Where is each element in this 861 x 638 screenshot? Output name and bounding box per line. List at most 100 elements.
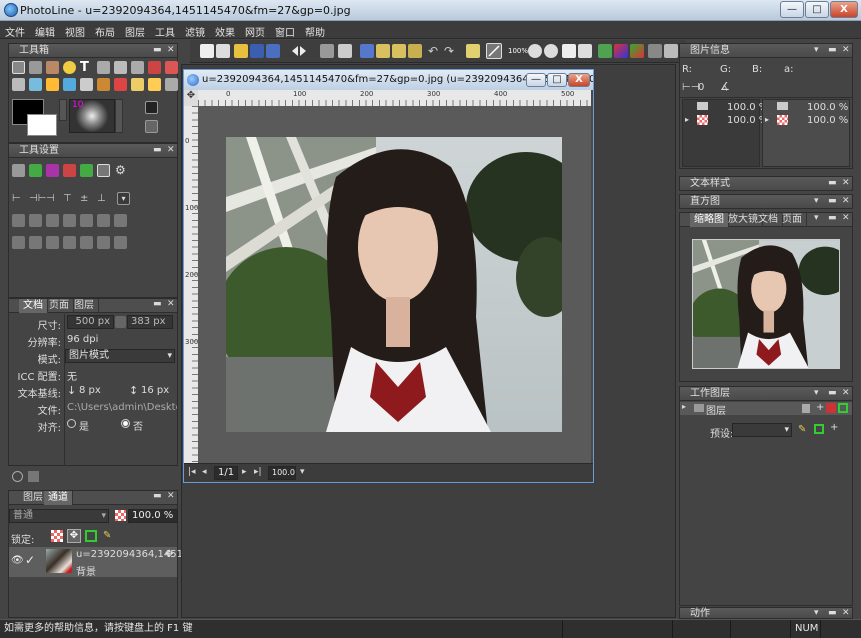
tab-document[interactable]: 文档 [19,299,48,313]
visibility-eye-icon[interactable]: 👁 [11,555,24,566]
magic-wand-icon[interactable] [29,78,42,91]
panel-close-icon[interactable]: ✕ [167,491,175,501]
preset-region-icon[interactable] [814,424,824,434]
space-5-icon[interactable] [80,236,93,249]
select-arrow-icon[interactable] [12,61,25,74]
gradient-icon[interactable] [63,78,76,91]
print-icon[interactable] [338,44,352,58]
panel-dropdown-icon[interactable]: ▾ [814,387,819,400]
page-icon[interactable] [562,44,576,58]
align-bottom-icon[interactable]: ⊥ [97,193,110,206]
panel-dropdown-icon[interactable]: ▾ [814,44,819,57]
open-folder-icon[interactable] [234,44,248,58]
new-text-icon[interactable] [216,44,230,58]
pencil-icon[interactable] [165,61,178,74]
line-tool-icon[interactable] [486,43,502,59]
stamp-icon[interactable] [46,61,59,74]
space-1-icon[interactable] [12,236,25,249]
align-yes-radio[interactable] [67,419,76,428]
tab-nav-page[interactable]: 页面 [778,213,807,227]
doc-icon[interactable] [802,404,810,413]
doc-maximize-button[interactable]: □ [547,73,567,87]
redo-icon[interactable]: ↷ [444,44,458,58]
work-layer-row[interactable]: ▸ 图层 + [680,402,852,417]
prev-page-icon[interactable]: ◂ [202,467,207,477]
scan-icon[interactable] [320,44,334,58]
align-no-radio[interactable] [121,419,130,428]
panel-minimize-icon[interactable]: ▬ [828,177,837,190]
align-right-icon[interactable]: ⊣ [46,193,59,206]
panel-close-icon[interactable]: ✕ [167,299,175,309]
menu-layout[interactable]: 布局 [90,21,120,39]
panel-dropdown-icon[interactable]: ▾ [814,195,819,208]
navigator-thumbnail[interactable] [692,239,840,369]
layer-move-icon[interactable]: ✥ [165,549,173,560]
panel-close-icon[interactable]: ✕ [842,387,850,400]
distribute-4-icon[interactable] [63,214,76,227]
page-fit-icon[interactable] [578,44,592,58]
zoom-dropdown-icon[interactable]: ▾ [300,467,305,477]
align-dropdown[interactable]: ▾ [117,192,130,205]
preset-brush-icon[interactable]: ✎ [798,424,806,435]
delete-icon[interactable] [826,403,836,413]
panel-minimize-icon[interactable]: ▬ [828,44,837,57]
lock-move-icon[interactable]: ✥ [67,529,81,543]
arrow-right-icon[interactable] [298,44,312,58]
space-7-icon[interactable] [114,236,127,249]
eraser-icon[interactable] [114,78,127,91]
distribute-3-icon[interactable] [46,214,59,227]
actions-header[interactable]: 动作 ▾ ▬ ✕ [680,608,852,619]
color-icon[interactable] [614,44,628,58]
ruler-origin-icon[interactable]: ✥ [184,90,198,106]
crop-icon[interactable] [114,61,127,74]
option-plus-icon[interactable] [46,164,59,177]
mode-select[interactable]: 图片模式 [65,349,175,363]
ellipse-icon[interactable] [63,61,76,74]
distribute-1-icon[interactable] [12,214,25,227]
background-color-swatch[interactable] [27,114,57,136]
space-2-icon[interactable] [29,236,42,249]
panel-minimize-icon[interactable]: ▬ [153,299,162,309]
menu-tools[interactable]: 工具 [150,21,180,39]
preset-add-icon[interactable]: + [830,422,838,433]
panel-minimize-icon[interactable]: ▬ [153,144,162,157]
distribute-2-icon[interactable] [29,214,42,227]
text-style-header[interactable]: 文本样式 ▬ ✕ [680,177,852,191]
panel-close-icon[interactable]: ✕ [167,144,175,157]
document-photo[interactable] [226,137,562,432]
menu-effects[interactable]: 效果 [210,21,240,39]
histogram-header[interactable]: 直方图 ▾ ▬ ✕ [680,195,852,209]
magic-icon[interactable] [466,44,480,58]
panel-close-icon[interactable]: ✕ [167,44,175,57]
lock-transparency-icon[interactable] [51,530,63,542]
panel-close-icon[interactable]: ✕ [842,213,850,223]
align-hcenter-icon[interactable]: ⊣⊢ [29,193,46,206]
menu-file[interactable]: 文件 [0,21,30,39]
baseline-b-field[interactable]: 16 px [141,385,169,396]
lasso-icon[interactable] [29,61,42,74]
align-top-icon[interactable]: ⊤ [63,193,76,206]
rect-select-icon[interactable] [12,78,25,91]
menu-view[interactable]: 视图 [60,21,90,39]
menu-help[interactable]: 帮助 [300,21,330,39]
undo-icon[interactable]: ↶ [428,44,442,58]
preset-select[interactable] [732,423,792,437]
mask-icon[interactable] [145,101,158,114]
shape-icon[interactable] [80,78,93,91]
option-gear-icon[interactable]: ⚙ [115,164,128,177]
baseline-a-field[interactable]: 8 px [79,385,101,396]
panel-minimize-icon[interactable]: ▬ [828,387,837,400]
dropdown-arrow-icon[interactable]: ▸ [685,115,689,124]
region-icon[interactable] [838,403,848,413]
expand-icon[interactable]: ▸ [682,402,686,411]
zoom-100-button[interactable]: 100% [508,44,528,58]
new-document-icon[interactable] [200,44,214,58]
space-4-icon[interactable] [63,236,76,249]
lock-region-icon[interactable] [85,530,97,542]
brush-dropdown[interactable] [115,99,123,133]
maximize-button[interactable]: □ [805,1,829,18]
tab-channels[interactable]: 通道 [44,491,73,505]
option-intersect-icon[interactable] [80,164,93,177]
eyedropper-icon[interactable] [131,61,144,74]
panel-minimize-icon[interactable]: ▬ [153,44,162,57]
